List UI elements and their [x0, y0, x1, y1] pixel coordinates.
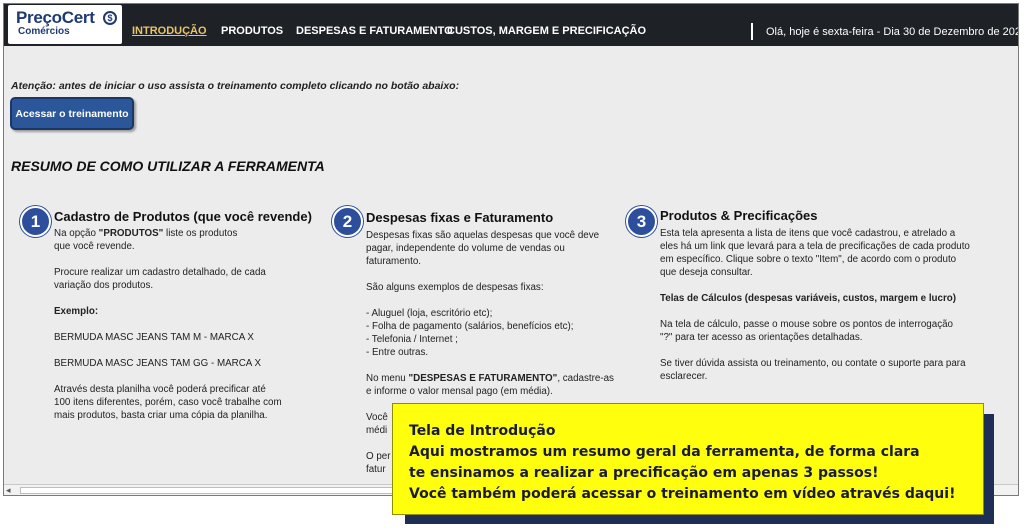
step-1-line: BERMUDA MASC JEANS TAM GG - MARCA X — [54, 358, 262, 369]
step-1-body: Na opção "PRODUTOS" liste os produtos qu… — [54, 227, 282, 422]
summary-title: RESUMO DE COMO UTILIZAR A FERRAMENTA — [11, 158, 325, 174]
step-3-line: Telas de Cálculos (despesas variáveis, c… — [660, 293, 957, 304]
brand-logo: PreçoCert $ Comércios — [8, 5, 122, 44]
step-2-line: faturamento. — [366, 256, 422, 267]
nav-custos-margem-precificacao[interactable]: CUSTOS, MARGEM E PRECIFICAÇÃO — [447, 25, 646, 37]
step-1-line: Exemplo: — [54, 306, 99, 317]
dollar-coin-icon: $ — [103, 11, 117, 25]
step-1-line: 100 itens diferentes, porém, caso você t… — [54, 397, 282, 408]
step-3-line: Esta tela apresenta a lista de itens que… — [660, 228, 956, 239]
callout-line: Aqui mostramos um resumo geral da ferram… — [409, 444, 920, 460]
step-2-line: e informe o valor mensal pago (em média)… — [366, 386, 553, 397]
step-2-badge: 2 — [332, 206, 363, 237]
top-navigation-bar: PreçoCert $ Comércios INTRODUÇÃO PRODUTO… — [4, 4, 1018, 46]
step-2-bold-term: "DESPESAS E FATURAMENTO" — [408, 373, 558, 384]
step-3-badge: 3 — [626, 206, 657, 237]
step-3-line: esclarecer. — [660, 371, 708, 382]
step-1-line: Na opção "PRODUTOS" liste os produtos — [54, 228, 238, 239]
step-1-line: Através desta planilha você poderá preci… — [54, 384, 266, 395]
step-1-bold-term: "PRODUTOS" — [98, 228, 164, 239]
nav-introducao[interactable]: INTRODUÇÃO — [132, 25, 207, 37]
step-2-title: Despesas fixas e Faturamento — [366, 210, 554, 225]
date-greeting: Olá, hoje é sexta-feira - Dia 30 de Deze… — [766, 26, 1019, 38]
step-3-line: eles há um link que levará para a tela d… — [660, 241, 970, 252]
brand-subtitle: Comércios — [18, 26, 70, 37]
step-1-title: Cadastro de Produtos (que você revende) — [54, 209, 312, 224]
step-1-line: Procure realizar um cadastro detalhado, … — [54, 267, 266, 278]
nav-produtos[interactable]: PRODUTOS — [221, 25, 283, 37]
brand-name: PreçoCert — [16, 8, 95, 27]
callout-line: Você também poderá acessar o treinamento… — [409, 486, 956, 502]
training-button[interactable]: Acessar o treinamento — [10, 97, 134, 130]
step-2-line: No menu "DESPESAS E FATURAMENTO", cadast… — [366, 373, 614, 384]
scrollbar-thumb[interactable] — [20, 487, 410, 494]
step-1-line: variação dos produtos. — [54, 280, 154, 291]
step-3-line: Se tiver dúvida assista ou treinamento, … — [660, 358, 966, 369]
attention-note: Atenção: antes de iniciar o uso assista … — [11, 80, 460, 92]
step-2-line: - Telefonia / Internet ; — [366, 334, 458, 345]
divider — [751, 23, 753, 40]
step-3-line: que deseja consultar. — [660, 267, 753, 278]
step-2-line: pagar, independente do volume de vendas … — [366, 243, 565, 254]
step-1-line: BERMUDA MASC JEANS TAM M - MARCA X — [54, 332, 254, 343]
step-2-line: - Aluguel (loja, escritório etc); — [366, 308, 493, 319]
step-3-title: Produtos & Precificações — [660, 208, 818, 223]
step-3-line: Na tela de cálculo, passe o mouse sobre … — [660, 319, 953, 330]
step-3-line: em específico. Clique sobre o texto "Ite… — [660, 254, 957, 265]
step-1-line: que você revende. — [54, 241, 135, 252]
intro-callout: Tela de Introdução Aqui mostramos um res… — [392, 403, 984, 515]
step-2-line: Despesas fixas são aquelas despesas que … — [366, 230, 600, 241]
step-2-line: - Entre outras. — [366, 347, 429, 358]
step-2-line: São alguns exemplos de despesas fixas: — [366, 282, 544, 293]
callout-line: Tela de Introdução — [409, 423, 556, 439]
step-2-line: - Folha de pagamento (salários, benefíci… — [366, 321, 574, 332]
scroll-left-icon[interactable]: ◂ — [6, 485, 11, 495]
step-3-body: Esta tela apresenta a lista de itens que… — [660, 227, 970, 383]
step-3-line: "?" para ter acesso as orientações detal… — [660, 332, 863, 343]
callout-line: te ensinamos a realizar a precificação e… — [409, 465, 879, 481]
step-1-line: mais produtos, basta criar uma cópia da … — [54, 410, 268, 421]
nav-despesas-faturamento[interactable]: DESPESAS E FATURAMENTO — [296, 25, 453, 37]
step-1-badge: 1 — [20, 206, 51, 237]
